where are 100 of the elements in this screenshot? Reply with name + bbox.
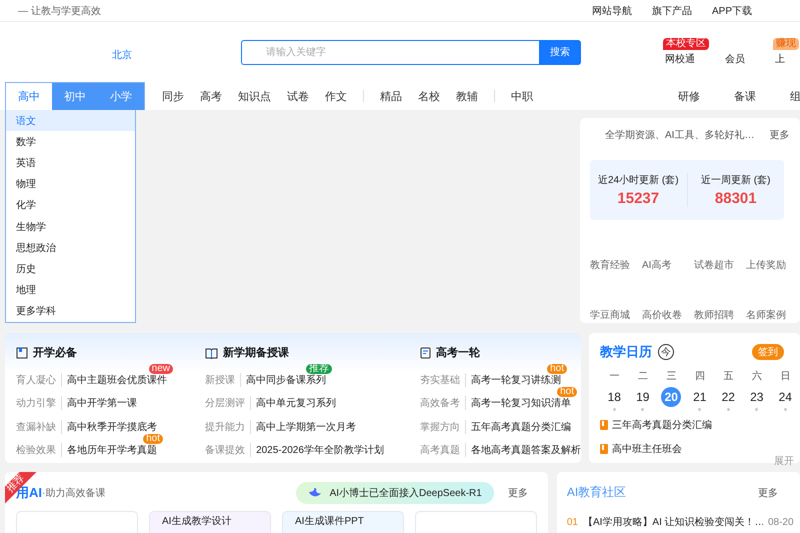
resource-link[interactable]: 高中开学第一课: [67, 396, 137, 410]
book-icon: [16, 346, 28, 358]
top-link[interactable]: 旗下产品: [652, 4, 692, 18]
nav-link[interactable]: 试卷: [287, 88, 309, 104]
shortcut-link[interactable]: 会员: [725, 54, 745, 65]
category-label: 检验效果: [16, 443, 62, 458]
nav-link[interactable]: 知识点: [238, 88, 271, 104]
resource-link[interactable]: 高考一轮复习讲练测: [471, 372, 561, 387]
top-link[interactable]: 网站导航: [592, 4, 632, 18]
post-title[interactable]: 【AI学用攻略】AI 让知识检验变闯关！…: [582, 515, 763, 529]
quick-link[interactable]: 教育经验: [590, 258, 642, 272]
post-date: 08-20: [768, 516, 794, 528]
search-button[interactable]: 搜索: [539, 40, 581, 64]
quick-link[interactable]: 学豆商城: [590, 308, 642, 322]
weekday-label: 二: [638, 370, 648, 383]
more-link[interactable]: 更多: [758, 486, 778, 500]
resource-link[interactable]: 各地高考真题答案及解析: [471, 443, 581, 458]
resource-tag: hot: [143, 434, 163, 444]
more-link[interactable]: 更多: [769, 128, 790, 142]
category-label: 分层测评: [205, 396, 252, 410]
calendar-event[interactable]: 三年高考真题分类汇编: [612, 418, 712, 432]
post-rank: 01: [566, 516, 578, 528]
resource-link[interactable]: 高考一轮复习知识清单: [471, 396, 571, 410]
subject-menu-item[interactable]: 生物学: [6, 216, 135, 238]
weekday-label: 一: [609, 370, 620, 383]
resource-link[interactable]: 各地历年开学考真题: [67, 443, 157, 458]
subject-menu-item[interactable]: 地理: [6, 280, 135, 301]
subject-menu-item[interactable]: 语文: [6, 110, 135, 132]
calendar-title: 教学日历: [600, 343, 652, 361]
slogan: — 让教与学更高效: [18, 4, 101, 18]
weekday-label: 日: [780, 370, 790, 383]
shortcut-link[interactable]: 上: [775, 54, 785, 65]
resource-link[interactable]: 高中主题班会优质课件: [67, 372, 167, 387]
shortcut-badge: 本校专区: [663, 38, 709, 50]
column-title: 开学必备: [33, 346, 77, 360]
resource-link[interactable]: 高中单元复习系列: [256, 396, 336, 410]
category-label: 育人凝心: [16, 372, 62, 387]
city-selector[interactable]: 北京: [112, 42, 241, 62]
resource-link[interactable]: 五年高考真题分类汇编: [471, 420, 571, 434]
calendar-event[interactable]: 高中班主任班会: [612, 442, 682, 456]
quick-link[interactable]: 上传奖励: [746, 258, 798, 272]
calendar-day[interactable]: 24: [775, 387, 796, 407]
category-label: 新授课: [205, 372, 242, 387]
top-link[interactable]: APP下载: [712, 4, 752, 18]
nav-link[interactable]: 高考: [200, 88, 222, 104]
nav-link[interactable]: 备课: [734, 88, 756, 104]
calendar-day[interactable]: 19: [632, 387, 653, 407]
stat-label: 近一周更新 (套): [701, 174, 770, 187]
search-field[interactable]: 请输入关键字: [241, 40, 539, 64]
category-label: 夯实基础: [420, 372, 466, 387]
calendar-day[interactable]: 21: [690, 387, 710, 407]
calendar-day[interactable]: 22: [718, 387, 738, 407]
column-title: 高考一轮: [436, 346, 480, 360]
resource-tag: hot: [547, 364, 567, 374]
quick-link[interactable]: 教师招聘: [694, 308, 746, 322]
nav-link[interactable]: 教辅: [456, 88, 478, 104]
subject-menu-item[interactable]: 更多学科: [6, 300, 135, 322]
category-label: 高考真题: [420, 443, 466, 458]
subject-menu-item[interactable]: 英语: [6, 152, 135, 174]
subject-menu-item[interactable]: 物理: [6, 174, 135, 195]
today-button[interactable]: 今: [658, 344, 674, 360]
subject-menu-item[interactable]: 化学: [6, 194, 135, 216]
resource-link[interactable]: 高中上学期第一次月考: [256, 420, 356, 434]
subject-menu-item[interactable]: 数学: [6, 131, 135, 152]
quick-link[interactable]: 高价收卷: [642, 308, 694, 322]
resource-link[interactable]: 2025-2026学年全阶教学计划: [256, 443, 384, 458]
quick-link[interactable]: 名师案例: [746, 308, 798, 322]
resource-link[interactable]: 高中秋季开学摸底考: [67, 420, 157, 434]
subject-menu-item[interactable]: 历史: [6, 258, 135, 280]
shortcut-badge: 赚现: [773, 38, 799, 50]
category-label: 提升能力: [205, 420, 252, 434]
resource-link[interactable]: 高中同步备课系列: [246, 372, 326, 387]
calendar-day[interactable]: 23: [746, 387, 767, 407]
category-label: 备课提效: [205, 443, 252, 458]
weekday-label: 五: [723, 370, 734, 383]
quick-link[interactable]: 试卷超市: [694, 258, 746, 272]
subject-menu-item[interactable]: 思想政治: [6, 237, 135, 258]
category-label: 高效备考: [420, 396, 466, 410]
stat-label: 近24小时更新 (套): [598, 174, 679, 187]
nav-link[interactable]: 研修: [678, 88, 700, 104]
calendar-day[interactable]: 18: [604, 387, 624, 407]
bookmark-icon: [600, 420, 608, 430]
more-link[interactable]: 更多: [508, 486, 528, 500]
resource-tag: new: [148, 364, 173, 374]
weekday-label: 四: [694, 370, 705, 383]
category-label: 掌握方向: [420, 420, 466, 434]
nav-link[interactable]: 精品: [380, 88, 402, 104]
nav-link[interactable]: 名校: [418, 88, 440, 104]
nav-link[interactable]: 作文: [325, 88, 347, 104]
shortcut-link[interactable]: 网校通: [665, 54, 695, 65]
bookmark-icon: [600, 444, 608, 454]
nav-link[interactable]: 中职: [511, 88, 533, 104]
tool-card[interactable]: AI生成课件PPT: [282, 511, 404, 533]
promo-pill[interactable]: AI小博士已全面接入DeepSeek-R1: [296, 482, 494, 504]
weekday-label: 六: [752, 370, 762, 383]
resource-tag: 推荐: [306, 364, 332, 374]
quick-link[interactable]: AI高考: [642, 258, 694, 272]
nav-link[interactable]: 同步: [162, 88, 184, 104]
tool-card[interactable]: AI生成教学设计: [149, 511, 271, 533]
resource-tag: hot: [557, 387, 577, 398]
